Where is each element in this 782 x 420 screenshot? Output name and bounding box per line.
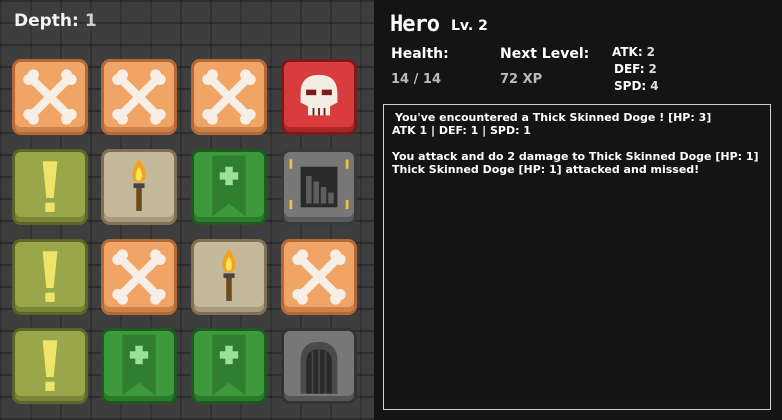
torch-icon	[194, 242, 264, 312]
tile-warning[interactable]	[12, 239, 88, 315]
log-line: Thick Skinned Doge [HP: 1] attacked and …	[392, 163, 700, 176]
tile-warning[interactable]	[12, 149, 88, 225]
def-stat: DEF: 2	[614, 62, 657, 76]
stairs-exit-icon	[284, 152, 354, 222]
crossed-bones-icon	[104, 242, 174, 312]
combat-log: You've encountered a Thick Skinned Doge …	[383, 104, 771, 410]
tile-bone[interactable]	[281, 239, 357, 315]
tile-skull[interactable]	[281, 59, 357, 135]
crossed-bones-icon	[15, 62, 85, 132]
hero-level: Lv. 2	[451, 18, 488, 34]
health-label: Health:	[391, 46, 449, 62]
heal-banner-icon	[194, 152, 264, 222]
next-level-label: Next Level:	[500, 46, 590, 62]
tile-heal[interactable]	[101, 328, 177, 404]
health-value: 14 / 14	[391, 72, 441, 87]
tile-bone[interactable]	[191, 59, 267, 135]
game-board: Depth: 1	[0, 0, 374, 420]
hero-name: Hero	[390, 12, 440, 37]
depth-indicator: Depth: 1	[14, 11, 97, 31]
tile-torch[interactable]	[191, 239, 267, 315]
log-line: You attack and do 2 damage to Thick Skin…	[392, 150, 759, 163]
exclamation-icon	[15, 331, 85, 401]
torch-icon	[104, 152, 174, 222]
crossed-bones-icon	[284, 242, 354, 312]
spd-stat: SPD: 4	[614, 79, 659, 93]
heal-banner-icon	[104, 331, 174, 401]
tile-warning[interactable]	[12, 328, 88, 404]
tile-bone[interactable]	[101, 239, 177, 315]
crossed-bones-icon	[194, 62, 264, 132]
exclamation-icon	[15, 152, 85, 222]
crossed-bones-icon	[104, 62, 174, 132]
tile-door[interactable]	[281, 328, 357, 404]
tile-stairs[interactable]	[281, 149, 357, 225]
skull-icon	[284, 62, 354, 132]
hero-panel: Hero Lv. 2 Health: 14 / 14 Next Level: 7…	[374, 0, 782, 420]
heal-banner-icon	[194, 331, 264, 401]
dungeon-door-icon	[284, 331, 354, 401]
next-level-value: 72 XP	[500, 72, 543, 87]
tile-bone[interactable]	[12, 59, 88, 135]
tile-torch[interactable]	[101, 149, 177, 225]
log-line: ATK 1 | DEF: 1 | SPD: 1	[392, 124, 531, 137]
exclamation-icon	[15, 242, 85, 312]
tile-heal[interactable]	[191, 328, 267, 404]
log-line: You've encountered a Thick Skinned Doge …	[395, 111, 712, 124]
depth-value: 1	[84, 11, 97, 31]
tile-heal[interactable]	[191, 149, 267, 225]
depth-label: Depth:	[14, 11, 79, 31]
tile-bone[interactable]	[101, 59, 177, 135]
atk-stat: ATK: 2	[612, 45, 655, 59]
